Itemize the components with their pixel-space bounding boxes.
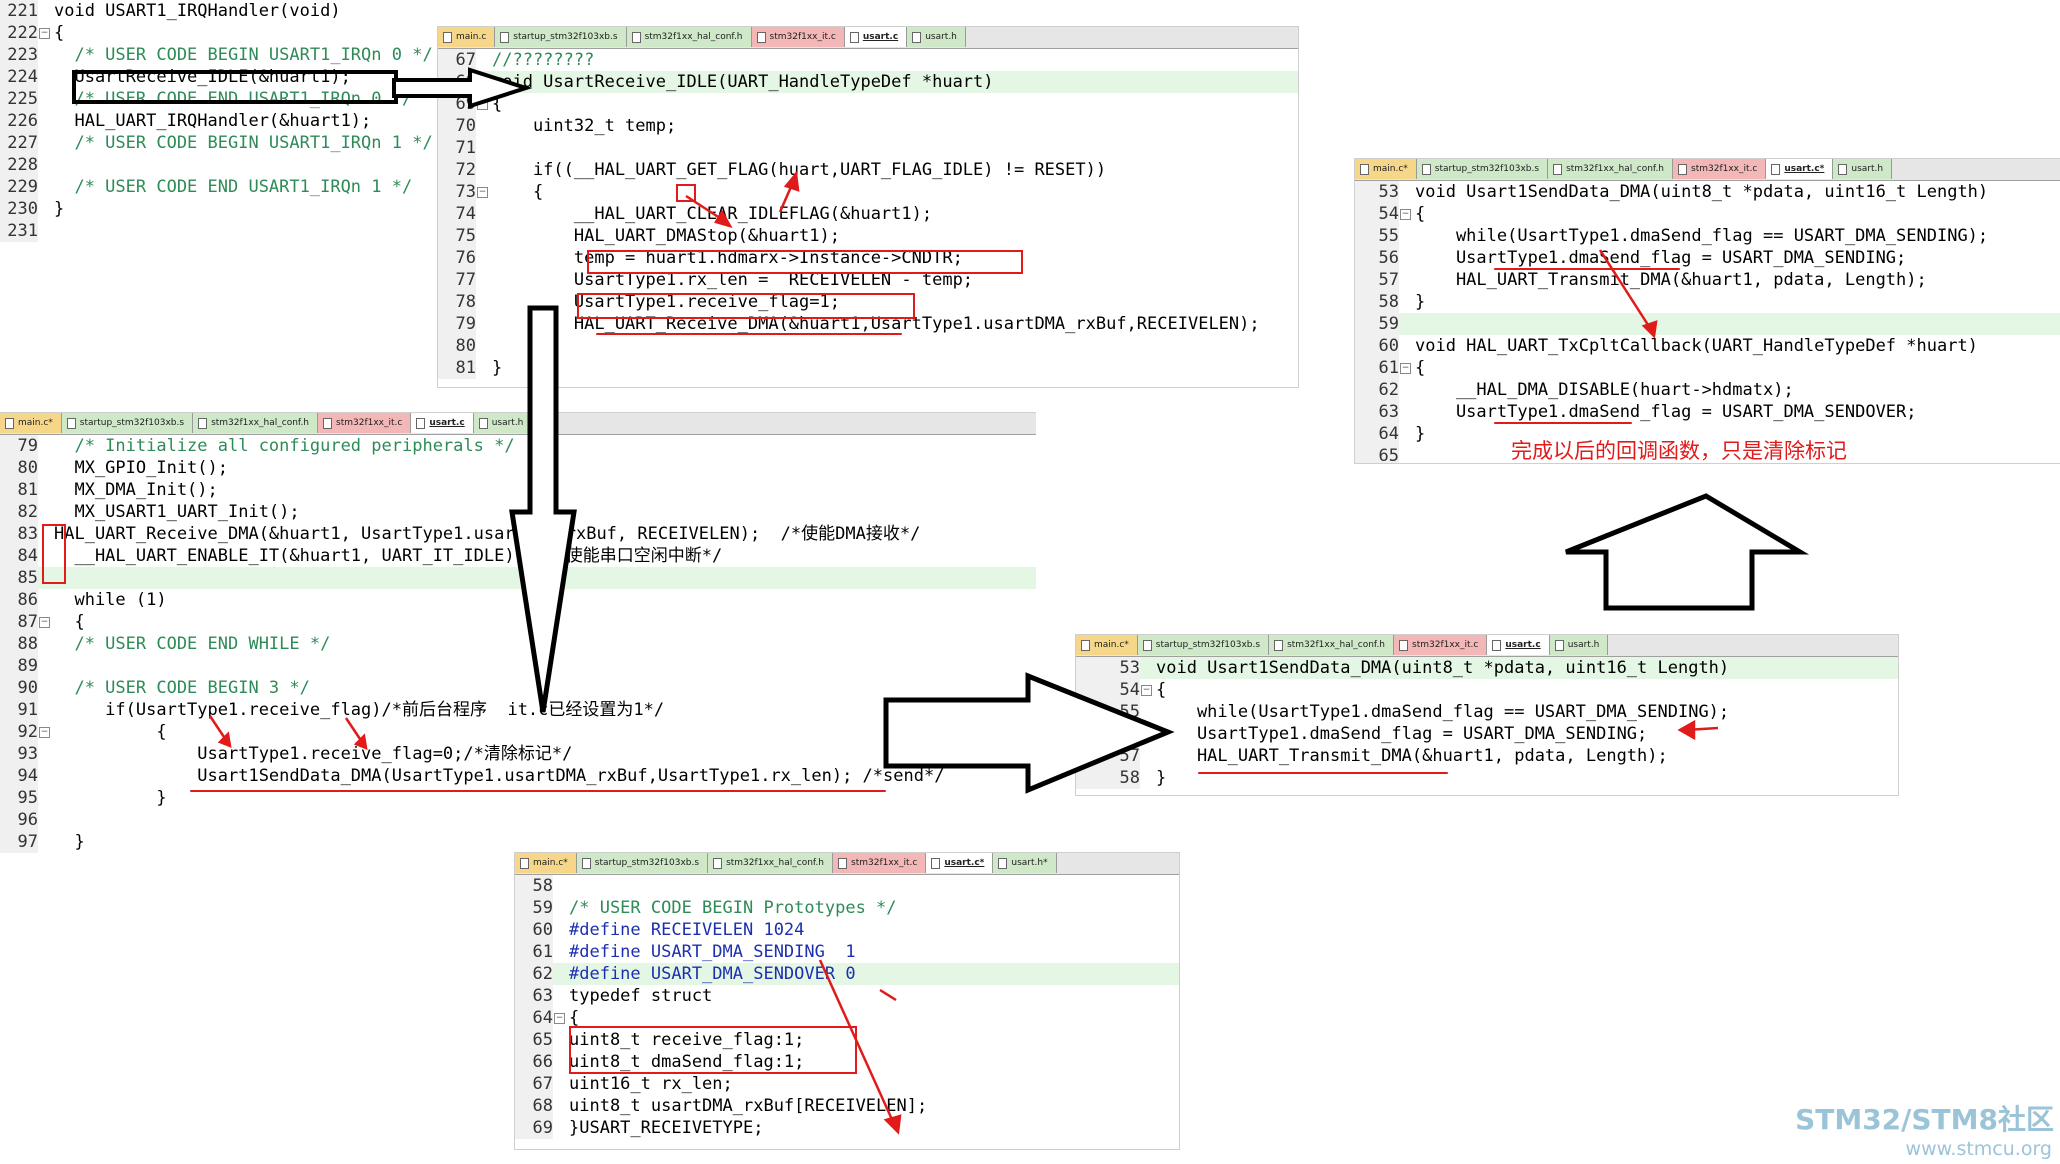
watermark-url: www.stmcu.org (1905, 1138, 2052, 1160)
arrow-right-icon (392, 67, 533, 109)
arrow-down-icon (509, 305, 577, 713)
arrow-overlay (208, 67, 1810, 1135)
arrow-right-big-icon (883, 672, 1175, 794)
arrow-up-big-icon (1565, 493, 1810, 611)
watermark-brand: STM32/STM8社区 (1795, 1103, 2054, 1136)
red-pointer-arrows (208, 170, 1719, 1135)
